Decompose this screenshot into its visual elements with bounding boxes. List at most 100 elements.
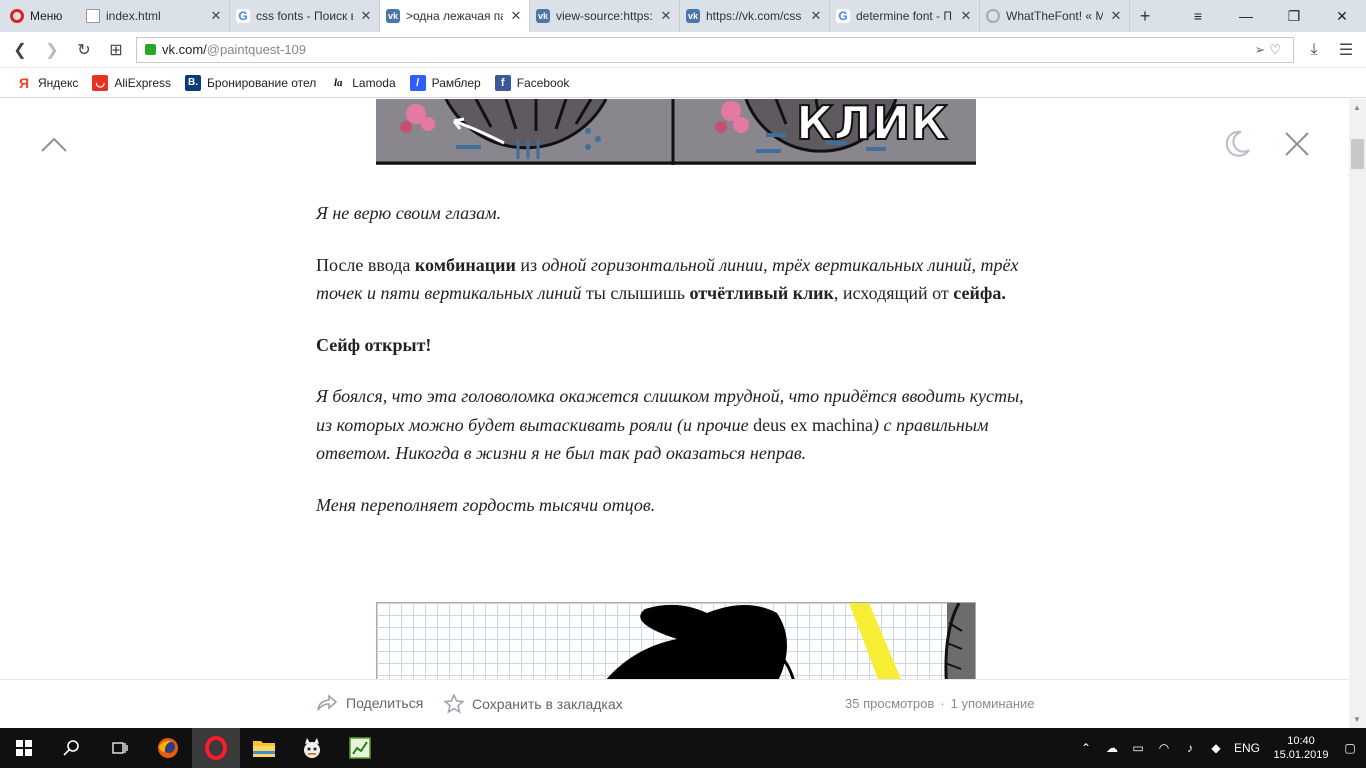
volume-icon[interactable]: ♪ bbox=[1182, 741, 1198, 755]
clock-time: 10:40 bbox=[1287, 735, 1315, 747]
tab-whatthefont[interactable]: WhatTheFont! « M ✕ bbox=[980, 0, 1130, 32]
restore-icon[interactable]: ❐ bbox=[1270, 0, 1318, 32]
tab-close-icon[interactable]: ✕ bbox=[209, 8, 223, 24]
article-body: Я не верю своим глазам. После ввода комб… bbox=[316, 199, 1036, 542]
bookmark-yandex[interactable]: Я Яндекс bbox=[16, 75, 78, 91]
bookmark-label: Бронирование отел bbox=[207, 75, 317, 90]
text: ты слышишь bbox=[581, 283, 690, 303]
tab-close-icon[interactable]: ✕ bbox=[509, 8, 523, 24]
tab-close-icon[interactable]: ✕ bbox=[659, 8, 673, 24]
tab-css-fonts[interactable]: G css fonts - Поиск в ✕ bbox=[230, 0, 380, 32]
taskbar-opera[interactable] bbox=[192, 728, 240, 768]
folder-icon bbox=[253, 741, 275, 757]
scrollbar-thumb[interactable] bbox=[1351, 139, 1364, 169]
tab-strip: Меню index.html ✕ G css fonts - Поиск в … bbox=[0, 0, 1366, 32]
opera-menu-button[interactable]: Меню bbox=[0, 0, 80, 32]
send-and-heart-icons[interactable]: ➢♡ bbox=[1254, 42, 1285, 58]
tab-title: >одна лежачая па bbox=[406, 9, 503, 23]
search-button[interactable] bbox=[48, 728, 96, 768]
tab-close-icon[interactable]: ✕ bbox=[959, 8, 973, 24]
mentions-link[interactable]: 1 упоминание bbox=[951, 696, 1035, 711]
battery-icon[interactable]: ▭ bbox=[1130, 741, 1146, 755]
system-tray: ⌃ ☁ ▭ ◠ ♪ ◆ ENG 10:40 15.01.2019 ▢ bbox=[1078, 734, 1366, 762]
bookmark-label: AliExpress bbox=[114, 75, 172, 90]
stats-separator: · bbox=[940, 696, 945, 711]
new-tab-button[interactable]: + bbox=[1130, 0, 1160, 32]
easy-setup-icon[interactable]: ☰ bbox=[1334, 38, 1358, 62]
scroll-up-chevron-icon[interactable] bbox=[40, 135, 68, 155]
forward-icon[interactable]: ❯ bbox=[40, 38, 64, 62]
taskbar-app-chart[interactable] bbox=[336, 728, 384, 768]
tab-determine-font[interactable]: G determine font - П ✕ bbox=[830, 0, 980, 32]
bookmarks-bar: Я Яндекс ◡ AliExpress B. Бронирование от… bbox=[0, 68, 1366, 98]
opera-logo-icon bbox=[10, 9, 24, 23]
tab-close-icon[interactable]: ✕ bbox=[359, 8, 373, 24]
language-indicator[interactable]: ENG bbox=[1234, 741, 1260, 755]
taskbar-file-explorer[interactable] bbox=[240, 728, 288, 768]
tab-close-icon[interactable]: ✕ bbox=[1109, 8, 1123, 24]
navigation-bar: ❮ ❯ ↻ ⊞ vk.com/@paintquest-109 ➢♡ ⤓ ☰ bbox=[0, 32, 1366, 68]
bookmark-facebook[interactable]: f Facebook bbox=[494, 74, 570, 91]
search-icon bbox=[63, 740, 79, 756]
back-icon[interactable]: ❮ bbox=[8, 38, 32, 62]
system-clock[interactable]: 10:40 15.01.2019 bbox=[1270, 734, 1332, 762]
bookmark-booking[interactable]: B. Бронирование отел bbox=[185, 74, 317, 91]
download-icon[interactable]: ⤓ bbox=[1302, 38, 1326, 62]
close-window-icon[interactable]: ✕ bbox=[1318, 0, 1366, 32]
page-scrollbar[interactable]: ▲ ▼ bbox=[1349, 99, 1366, 728]
dropbox-icon[interactable]: ◆ bbox=[1208, 741, 1224, 755]
views-count: 35 просмотров bbox=[845, 696, 935, 711]
text: из bbox=[515, 254, 542, 275]
aliexpress-icon: ◡ bbox=[92, 74, 109, 91]
tab-title: https://vk.com/css bbox=[706, 9, 802, 23]
minimize-icon[interactable]: — bbox=[1222, 0, 1270, 32]
notifications-icon[interactable]: ▢ bbox=[1342, 741, 1358, 755]
chevron-up-icon[interactable]: ⌃ bbox=[1078, 741, 1094, 755]
paragraph-4: Я боялся, что эта головоломка окажется с… bbox=[316, 382, 1036, 468]
tab-menu-icon[interactable]: ≡ bbox=[1174, 0, 1222, 32]
rambler-icon: / bbox=[409, 74, 426, 91]
bookmark-label: Facebook bbox=[516, 75, 570, 90]
cloud-icon[interactable]: ☁ bbox=[1104, 741, 1120, 755]
night-mode-moon-icon[interactable] bbox=[1222, 129, 1252, 159]
bookmark-lamoda[interactable]: la Lamoda bbox=[330, 74, 396, 91]
clock-date: 15.01.2019 bbox=[1273, 749, 1329, 761]
speed-dial-icon[interactable]: ⊞ bbox=[104, 38, 128, 62]
tab-close-icon[interactable]: ✕ bbox=[809, 8, 823, 24]
bold-text: Сейф открыт! bbox=[316, 334, 432, 355]
article-viewport: КЛИК Я не верю своим глазам. После ввода… bbox=[0, 99, 1366, 728]
task-view-button[interactable] bbox=[96, 728, 144, 768]
tab-view-source[interactable]: vk view-source:https:/ ✕ bbox=[530, 0, 680, 32]
tab-vk-css[interactable]: vk https://vk.com/css ✕ bbox=[680, 0, 830, 32]
tab-index-html[interactable]: index.html ✕ bbox=[80, 0, 230, 32]
start-button[interactable] bbox=[0, 728, 48, 768]
menu-label: Меню bbox=[30, 9, 63, 23]
paragraph-3: Сейф открыт! bbox=[316, 331, 1036, 360]
taskbar-firefox[interactable] bbox=[144, 728, 192, 768]
tab-vk-article[interactable]: vk >одна лежачая па ✕ bbox=[380, 0, 530, 32]
vk-icon: vk bbox=[386, 9, 400, 23]
wifi-icon[interactable]: ◠ bbox=[1156, 741, 1172, 755]
save-bookmark-button[interactable]: Сохранить в закладках bbox=[444, 694, 623, 714]
yandex-icon: Я bbox=[18, 74, 30, 91]
scrollbar-up-arrow-icon[interactable]: ▲ bbox=[1353, 103, 1362, 112]
loading-icon bbox=[986, 9, 1000, 23]
windows-taskbar: ⌃ ☁ ▭ ◠ ♪ ◆ ENG 10:40 15.01.2019 ▢ bbox=[0, 728, 1366, 768]
address-bar[interactable]: vk.com/@paintquest-109 ➢♡ bbox=[136, 36, 1294, 63]
tab-title: view-source:https:/ bbox=[556, 9, 653, 23]
share-label: Поделиться bbox=[346, 695, 424, 711]
windows-logo-icon bbox=[16, 740, 32, 756]
vk-icon: vk bbox=[536, 9, 550, 23]
reload-icon[interactable]: ↻ bbox=[72, 38, 96, 62]
tab-title: determine font - П bbox=[856, 9, 952, 23]
close-article-icon[interactable] bbox=[1282, 129, 1312, 159]
bookmark-aliexpress[interactable]: ◡ AliExpress bbox=[92, 74, 172, 91]
taskbar-app-cat[interactable] bbox=[288, 728, 336, 768]
bold-text: комбинации bbox=[414, 254, 516, 275]
star-icon bbox=[444, 694, 464, 714]
bookmark-rambler[interactable]: / Рамблер bbox=[409, 74, 481, 91]
scrollbar-down-arrow-icon[interactable]: ▼ bbox=[1353, 715, 1362, 724]
opera-icon bbox=[205, 736, 227, 760]
share-button[interactable]: Поделиться bbox=[316, 694, 423, 712]
bookmark-label: Сохранить в закладках bbox=[472, 696, 623, 712]
